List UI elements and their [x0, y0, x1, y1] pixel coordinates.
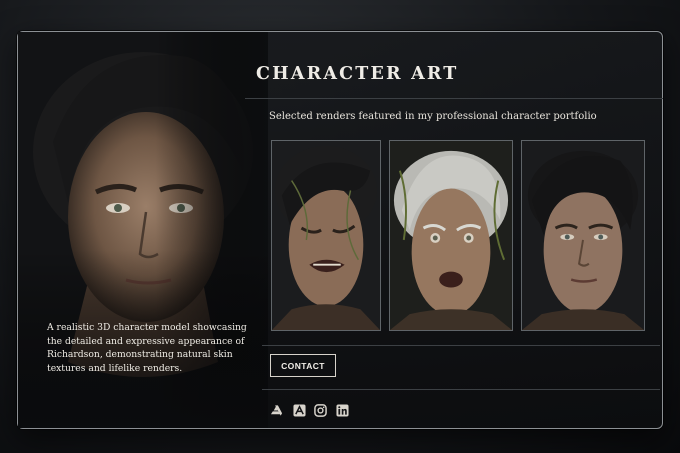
- divider: [245, 98, 663, 99]
- contact-button[interactable]: CONTACT: [270, 354, 336, 377]
- linkedin-icon[interactable]: [336, 404, 349, 417]
- gallery-thumbnail-1[interactable]: [271, 140, 381, 331]
- instagram-icon[interactable]: [314, 404, 327, 417]
- gallery-thumbnail-3[interactable]: [521, 140, 645, 331]
- hero-caption: A realistic 3D character model showcasin…: [47, 322, 247, 374]
- page-title: CHARACTER ART: [256, 64, 459, 84]
- page-subtitle: Selected renders featured in my professi…: [269, 111, 597, 122]
- divider: [262, 389, 660, 390]
- divider: [262, 345, 660, 346]
- artstation-icon[interactable]: [270, 404, 283, 417]
- artstation-alt-icon[interactable]: [293, 404, 306, 417]
- gallery-thumbnail-2[interactable]: [389, 140, 513, 331]
